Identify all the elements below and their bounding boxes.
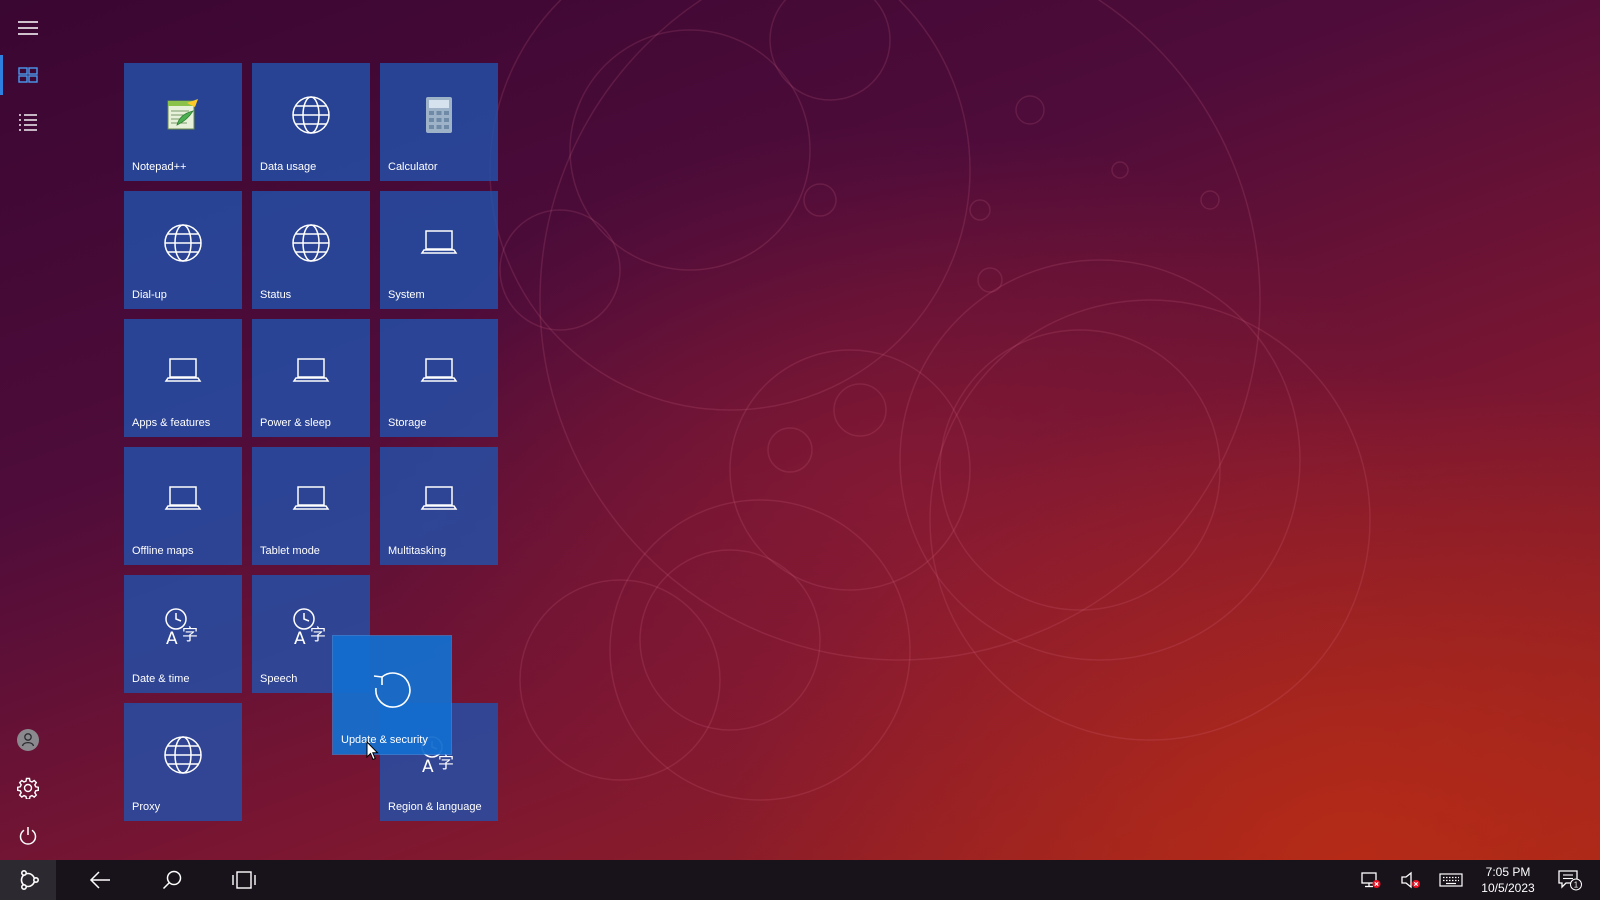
time-language-icon: A字 [124,603,242,651]
laptop-icon [380,475,498,523]
svg-text:字: 字 [438,753,454,772]
tile-grid: Notepad++ Data usage Calculator Dial-up Stat… [0,0,520,860]
search-button[interactable] [144,860,200,900]
globe-icon [124,219,242,267]
svg-text:字: 字 [310,625,326,644]
laptop-icon [124,347,242,395]
volume-muted-icon [1401,871,1420,889]
tile-calculator[interactable]: Calculator [380,63,498,181]
network-tray-button[interactable] [1353,860,1389,900]
tile-label: Multitasking [388,545,447,557]
tile-proxy[interactable]: Proxy [124,703,242,821]
tile-notepadplusplus[interactable]: Notepad++ [124,63,242,181]
task-view-icon [232,871,256,889]
tile-update-and-security-dragging[interactable]: Update & security [333,636,451,754]
back-arrow-icon [89,871,110,889]
globe-icon [252,219,370,267]
svg-text:字: 字 [182,625,198,644]
mouse-cursor-icon [366,741,379,761]
laptop-icon [380,347,498,395]
notification-icon: 1 [1558,870,1582,891]
search-icon [162,870,182,890]
laptop-icon [124,475,242,523]
tile-label: Date & time [132,673,190,685]
svg-text:A: A [166,629,178,648]
svg-text:A: A [294,629,306,648]
touch-keyboard-button[interactable] [1433,860,1469,900]
tile-label: Apps & features [132,417,211,429]
start-icon [20,869,39,891]
tile-storage[interactable]: Storage [380,319,498,437]
tile-offline-maps[interactable]: Offline maps [124,447,242,565]
laptop-icon [252,347,370,395]
tile-label: Status [260,289,292,301]
tile-label: Speech [260,673,298,685]
tile-system[interactable]: System [380,191,498,309]
tile-label: Dial-up [132,289,167,301]
notepad-icon [124,91,242,139]
tile-label: Region & language [388,801,482,813]
svg-text:A: A [422,757,434,776]
tile-label: Tablet mode [260,545,320,557]
keyboard-icon [1439,873,1463,887]
laptop-icon [252,475,370,523]
tile-label: Data usage [260,161,317,173]
globe-icon [252,91,370,139]
tile-multitasking[interactable]: Multitasking [380,447,498,565]
clock-time: 7:05 PM [1485,865,1531,879]
globe-icon [124,731,242,779]
tile-label: Proxy [132,801,161,813]
start-button[interactable] [0,860,56,900]
refresh-icon [333,666,451,714]
tile-label: Offline maps [132,545,194,557]
tile-label: Storage [388,417,427,429]
volume-tray-button[interactable] [1393,860,1429,900]
task-view-button[interactable] [216,860,272,900]
taskbar-clock[interactable]: 7:05 PM 10/5/2023 [1470,864,1546,896]
laptop-icon [380,219,498,267]
action-center-button[interactable]: 1 [1552,860,1588,900]
tile-label: System [388,289,425,301]
clock-date: 10/5/2023 [1481,881,1535,895]
tile-label: Update & security [341,734,428,746]
tile-label: Calculator [388,161,438,173]
calculator-icon [380,91,498,139]
tile-label: Power & sleep [260,417,331,429]
tile-apps-and-features[interactable]: Apps & features [124,319,242,437]
notification-count: 1 [1574,881,1579,890]
tile-status[interactable]: Status [252,191,370,309]
taskbar: 7:05 PM 10/5/2023 1 [0,860,1600,900]
tile-dial-up[interactable]: Dial-up [124,191,242,309]
back-button[interactable] [72,860,128,900]
tile-data-usage[interactable]: Data usage [252,63,370,181]
network-disconnected-icon [1361,872,1381,888]
tile-power-and-sleep[interactable]: Power & sleep [252,319,370,437]
tile-label: Notepad++ [132,161,187,173]
tile-date-and-time[interactable]: A 字 Date & time [124,575,242,693]
tile-tablet-mode[interactable]: Tablet mode [252,447,370,565]
